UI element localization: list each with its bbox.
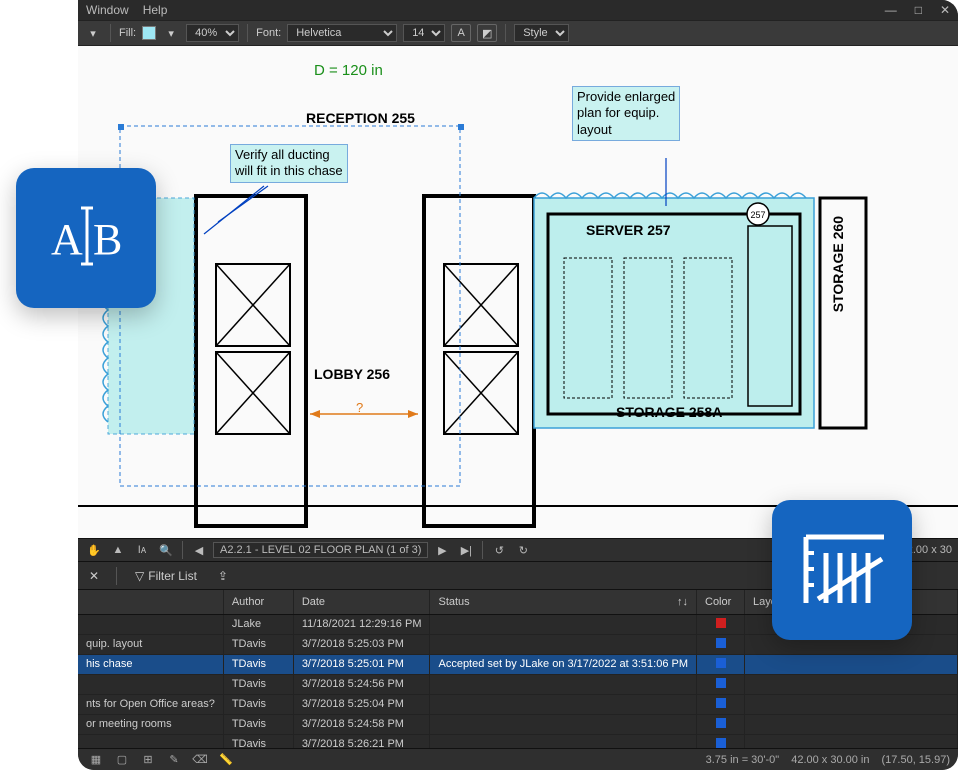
text-select-icon[interactable]: Iᴀ [132, 541, 152, 559]
room-label-lobby: LOBBY 256 [314, 366, 390, 382]
pan-tool-icon[interactable]: ✋ [84, 541, 104, 559]
app-window: Window Help — □ ✕ ▾ Fill: ▾ 40% Font: He… [78, 0, 958, 770]
ruler-icon[interactable]: 📏 [216, 751, 236, 769]
font-family-select[interactable]: Helvetica [287, 24, 397, 42]
text-tool-tile[interactable]: A B [16, 168, 156, 308]
svg-text:A: A [51, 215, 83, 264]
next-page-button[interactable]: ▶ [432, 541, 452, 559]
filter-label: Filter List [148, 569, 197, 583]
table-row[interactable]: his chaseTDavis3/7/2018 5:25:01 PMAccept… [78, 654, 958, 674]
count-tool-tile[interactable] [772, 500, 912, 640]
cursor-readout: (17.50, 15.97) [882, 754, 951, 766]
text-toolbar: ▾ Fill: ▾ 40% Font: Helvetica 14 A ◩ Sty… [78, 20, 958, 46]
svg-text:257: 257 [750, 210, 765, 220]
sort-icon[interactable]: ↑↓ [677, 596, 688, 608]
col-color[interactable]: Color [697, 590, 745, 614]
opacity-select[interactable]: 40% [186, 24, 239, 42]
menubar: Window Help — □ ✕ [78, 0, 958, 20]
menu-window[interactable]: Window [86, 3, 129, 17]
scale-readout: 3.75 in = 30'-0" [706, 754, 780, 766]
callout-ducting[interactable]: Verify all ducting will fit in this chas… [230, 144, 348, 183]
last-page-button[interactable]: ▶| [456, 541, 476, 559]
zoom-tool-icon[interactable]: 🔍 [156, 541, 176, 559]
export-icon[interactable]: ⇪ [213, 567, 233, 585]
highlight-button[interactable]: ◩ [477, 24, 497, 42]
col-date[interactable]: Date [293, 590, 430, 614]
callout-equip-layout[interactable]: Provide enlarged plan for equip. layout [572, 86, 680, 141]
text-style-select[interactable]: Style [514, 24, 569, 42]
table-row[interactable]: nts for Open Office areas?TDavis3/7/2018… [78, 694, 958, 714]
fill-swatch[interactable] [142, 26, 156, 40]
status-bar: ▦ ▢ ⊞ ✎ ⌫ 📏 3.75 in = 30'-0" 42.00 x 30.… [78, 748, 958, 770]
tally-icon [792, 525, 892, 615]
col-status[interactable]: Status ↑↓ [430, 590, 697, 614]
unknown-dimension: ? [356, 400, 363, 415]
filter-icon: ▽ [135, 569, 144, 583]
menu-help[interactable]: Help [143, 3, 168, 17]
drawing-canvas[interactable]: 257 D = 120 in RECEPTION 255 LOBBY 256 S… [78, 46, 958, 538]
fill-dropdown-icon[interactable]: ▾ [162, 24, 180, 42]
room-label-reception: RECEPTION 255 [306, 110, 415, 126]
page-size-readout: 42.00 x 30.00 in [791, 754, 869, 766]
grid-icon[interactable]: ▦ [86, 751, 106, 769]
rotate-cw-icon[interactable]: ↻ [513, 541, 533, 559]
font-label: Font: [256, 27, 281, 39]
floor-plan-svg: 257 [78, 46, 958, 538]
prev-page-button[interactable]: ◀ [189, 541, 209, 559]
rotate-ccw-icon[interactable]: ↺ [489, 541, 509, 559]
table-row[interactable]: TDavis3/7/2018 5:24:56 PM [78, 674, 958, 694]
table-row[interactable]: or meeting roomsTDavis3/7/2018 5:24:58 P… [78, 714, 958, 734]
room-label-storage-258a: STORAGE 258A [616, 404, 722, 420]
minimize-button[interactable]: — [885, 3, 897, 17]
col-subject[interactable] [78, 590, 223, 614]
dimension-text: D = 120 in [314, 62, 383, 79]
snap-icon[interactable]: ▢ [112, 751, 132, 769]
fill-label: Fill: [119, 27, 136, 39]
window-controls: — □ ✕ [885, 3, 950, 17]
room-label-server: SERVER 257 [586, 222, 671, 238]
filter-list-button[interactable]: ▽ Filter List [129, 567, 203, 585]
close-panel-button[interactable]: ✕ [84, 567, 104, 585]
col-author[interactable]: Author [223, 590, 293, 614]
maximize-button[interactable]: □ [915, 3, 922, 17]
eraser-icon[interactable]: ⌫ [190, 751, 210, 769]
select-tool-icon[interactable]: ▲ [108, 541, 128, 559]
font-color-button[interactable]: A [451, 24, 471, 42]
close-button[interactable]: ✕ [940, 3, 950, 17]
text-cursor-icon: A B [41, 198, 131, 278]
tool-icon[interactable]: ⊞ [138, 751, 158, 769]
svg-text:B: B [93, 215, 122, 264]
page-indicator[interactable]: A2.2.1 - LEVEL 02 FLOOR PLAN (1 of 3) [213, 542, 428, 558]
dropdown-icon[interactable]: ▾ [84, 24, 102, 42]
room-label-storage-260: STORAGE 260 [830, 216, 846, 312]
font-size-select[interactable]: 14 [403, 24, 445, 42]
pen-icon[interactable]: ✎ [164, 751, 184, 769]
